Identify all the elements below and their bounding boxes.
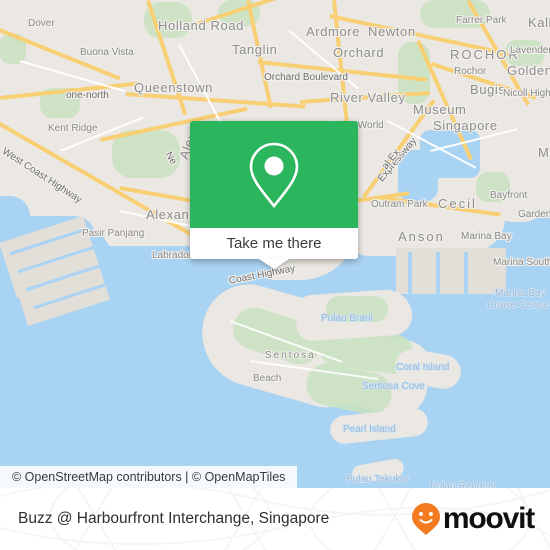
map-pin-icon (249, 142, 299, 208)
moovit-wordmark: moovit (442, 502, 535, 535)
attribution-bar: © OpenStreetMap contributors | © OpenMap… (0, 466, 298, 488)
map-marina-piers (396, 248, 506, 294)
moovit-smiley-pin-icon (411, 503, 440, 535)
popup-card-header (190, 121, 358, 228)
footer-bar: Buzz @ Harbourfront Interchange, Singapo… (0, 488, 550, 550)
attribution-text[interactable]: © OpenStreetMap contributors | © OpenMap… (12, 470, 285, 484)
map-marina-pier-gap-2 (436, 252, 440, 296)
map-marina-pier-gap (408, 252, 412, 296)
map-park-gardens (476, 172, 510, 202)
take-me-there-button[interactable]: Take me there (226, 235, 321, 252)
popup-tail-icon (259, 259, 289, 269)
map-page: Dover Holland Road Ardmore Newton Farrer Par… (0, 0, 550, 550)
page-title: Buzz @ Harbourfront Interchange, Singapo… (18, 510, 330, 527)
map-marina-pier-gap-3 (464, 252, 468, 296)
moovit-logo[interactable]: moovit (411, 502, 535, 536)
map-popup-card[interactable]: Take me there (190, 121, 358, 269)
map-park-brani (326, 296, 388, 322)
popup-card-footer[interactable]: Take me there (190, 228, 358, 259)
